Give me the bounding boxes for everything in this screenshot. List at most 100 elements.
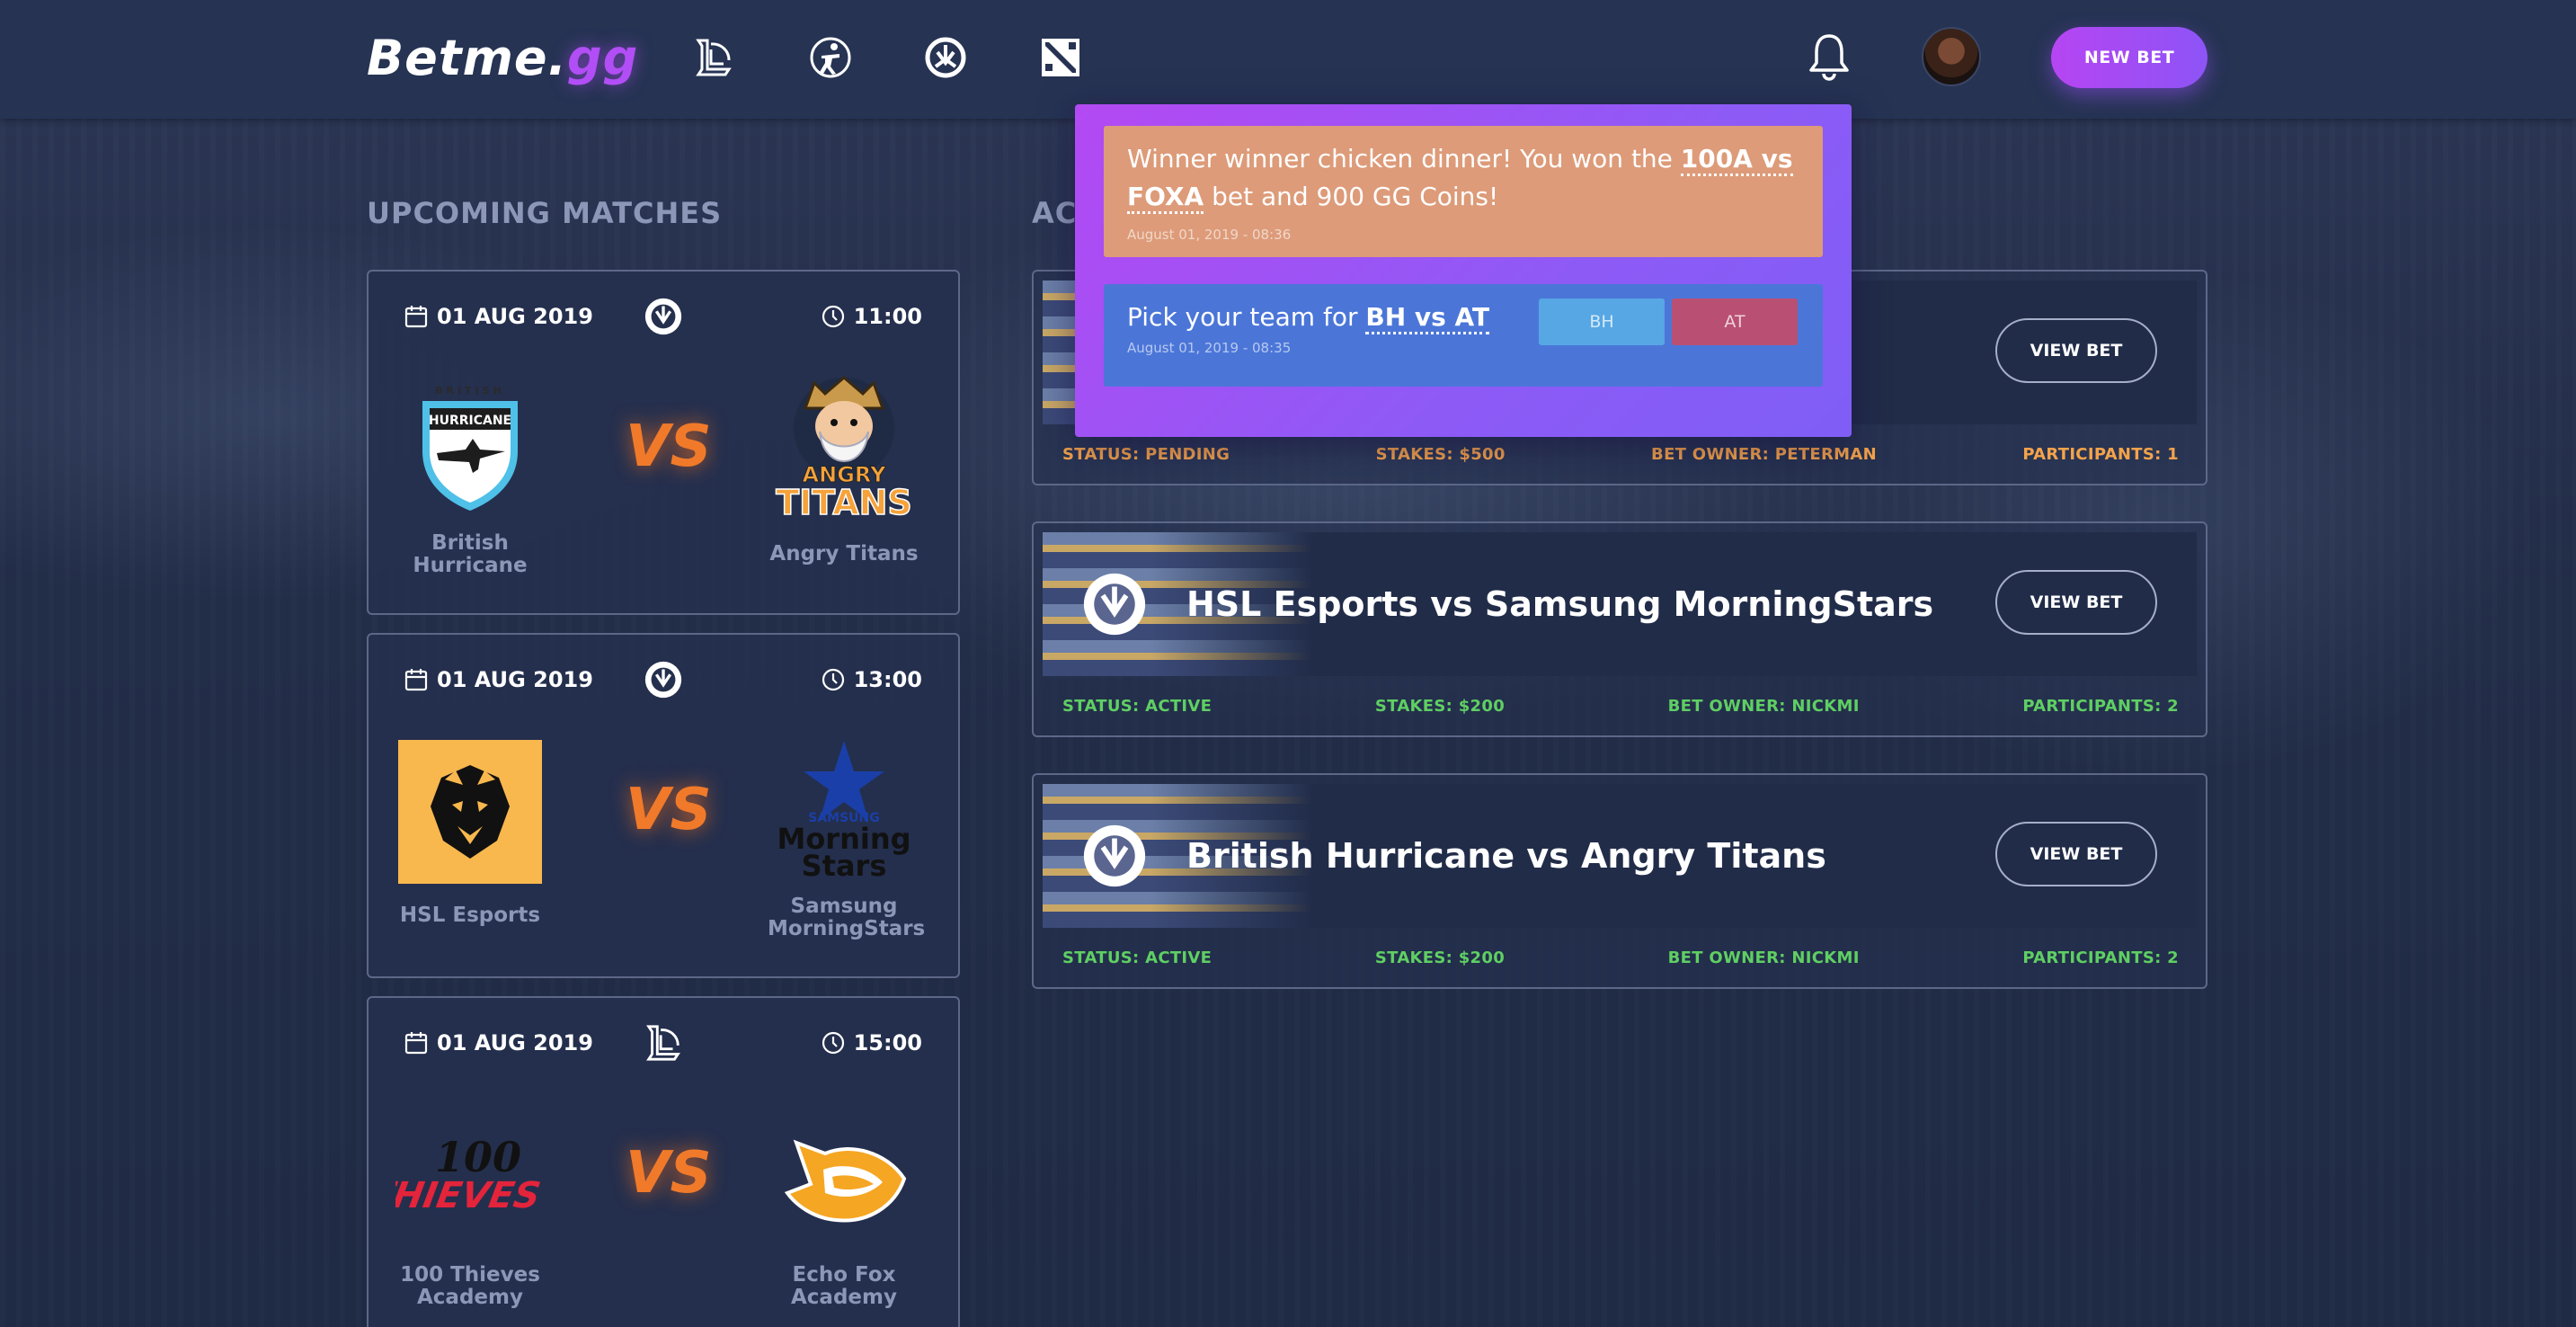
- logo-accent-text: gg: [567, 30, 639, 86]
- team-left[interactable]: 100 THIEVES 100 Thieves Academy: [394, 1102, 546, 1309]
- bet-meta: STATUS: ACTIVE STAKES: $200 BET OWNER: N…: [1062, 946, 2179, 969]
- match-card[interactable]: 01 AUG 2019 13:00 HSL Esports VS SAMSUNG…: [367, 633, 960, 978]
- counter-strike-icon[interactable]: [807, 34, 854, 81]
- view-bet-button[interactable]: VIEW BET: [1995, 318, 2157, 383]
- new-bet-button[interactable]: NEW BET: [2051, 27, 2207, 88]
- team-name: HSL Esports: [399, 904, 541, 927]
- match-time: 11:00: [822, 302, 922, 331]
- pick-team-bh-button[interactable]: BH: [1539, 298, 1665, 345]
- bet-stakes: STAKES: $500: [1375, 444, 1506, 464]
- notifications-dropdown: Winner winner chicken dinner! You won th…: [1075, 104, 1852, 437]
- svg-text:Stars: Stars: [802, 849, 887, 883]
- bet-participants: PARTICIPANTS: 2: [2022, 948, 2179, 967]
- vs-label: VS: [626, 1140, 712, 1207]
- notification-text: Winner winner chicken dinner! You won th…: [1127, 140, 1801, 216]
- vs-label: VS: [626, 414, 712, 480]
- echo-fox-logo: [768, 1102, 920, 1255]
- match-time: 15:00: [822, 1029, 922, 1057]
- 100-thieves-logo: 100 THIEVES: [394, 1102, 546, 1255]
- match-date-text: 01 AUG 2019: [437, 1030, 593, 1055]
- svg-text:TITANS: TITANS: [776, 483, 912, 521]
- notification-item[interactable]: Pick your team for BH vs AT August 01, 2…: [1104, 284, 1823, 387]
- svg-text:BRITISH: BRITISH: [435, 385, 505, 396]
- bet-stakes: STAKES: $200: [1374, 948, 1506, 967]
- bet-owner: BET OWNER: NICKMI: [1667, 696, 1860, 716]
- clock-icon: [822, 668, 844, 691]
- bet-status: STATUS: ACTIVE: [1062, 948, 1212, 967]
- match-card[interactable]: 01 AUG 2019 15:00 100 THIEVES 100 Thieve…: [367, 996, 960, 1327]
- svg-text:HURRICANE: HURRICANE: [429, 414, 511, 428]
- match-time-text: 13:00: [853, 667, 922, 692]
- bet-title: British Hurricane vs Angry Titans: [1186, 836, 1826, 876]
- bet-meta: STATUS: PENDING STAKES: $500 BET OWNER: …: [1062, 442, 2179, 466]
- team-name: Angry Titans: [769, 542, 919, 566]
- team-name: 100 Thieves Academy: [400, 1263, 540, 1309]
- team-right[interactable]: ANGRY TITANS Angry Titans: [768, 370, 920, 566]
- view-bet-button[interactable]: VIEW BET: [1995, 570, 2157, 635]
- match-date-text: 01 AUG 2019: [437, 667, 593, 692]
- bet-participants: PARTICIPANTS: 2: [2022, 696, 2179, 716]
- hsl-esports-logo: [394, 735, 546, 888]
- bet-status: STATUS: ACTIVE: [1062, 696, 1212, 716]
- clock-icon: [822, 1031, 844, 1055]
- bet-banner: HSL Esports vs Samsung MorningStars VIEW…: [1043, 532, 2197, 676]
- logo-text: Betme.: [367, 30, 568, 86]
- calendar-icon: [404, 669, 428, 691]
- overwatch-icon: [642, 295, 685, 338]
- calendar-icon: [404, 1032, 428, 1055]
- team-name: Echo Fox Academy: [791, 1263, 897, 1309]
- team-left[interactable]: BRITISH HURRICANE British Hurricane: [394, 370, 546, 577]
- bet-status: STATUS: PENDING: [1062, 444, 1230, 464]
- notification-bet-link[interactable]: BH vs AT: [1365, 302, 1490, 334]
- match-date-text: 01 AUG 2019: [437, 304, 593, 329]
- match-time-text: 15:00: [853, 1030, 922, 1055]
- betme-logo[interactable]: Betme.gg: [367, 27, 638, 90]
- bet-banner: British Hurricane vs Angry Titans VIEW B…: [1043, 784, 2197, 928]
- british-hurricane-logo: BRITISH HURRICANE: [394, 370, 546, 523]
- svg-text:THIEVES: THIEVES: [395, 1174, 544, 1216]
- notification-item[interactable]: Winner winner chicken dinner! You won th…: [1104, 126, 1823, 257]
- top-navigation-bar: Betme.gg NEW BET: [0, 0, 2576, 119]
- notification-text-part: bet and 900 GG Coins!: [1204, 182, 1499, 211]
- bet-owner: BET OWNER: PETERMAN: [1651, 444, 1877, 464]
- overwatch-icon: [1079, 820, 1150, 892]
- notification-text-part: Winner winner chicken dinner! You won th…: [1127, 144, 1681, 174]
- overwatch-icon: [642, 658, 685, 701]
- clock-icon: [822, 305, 844, 328]
- notification-text-part: Pick your team for: [1127, 302, 1366, 332]
- bet-owner: BET OWNER: NICKMI: [1667, 948, 1860, 967]
- team-left[interactable]: HSL Esports: [394, 735, 546, 927]
- bet-stakes: STAKES: $200: [1374, 696, 1506, 716]
- bet-card[interactable]: HSL Esports vs Samsung MorningStars VIEW…: [1032, 521, 2207, 737]
- team-right[interactable]: SAMSUNG Morning Stars Samsung MorningSta…: [768, 734, 926, 940]
- vs-label: VS: [626, 777, 712, 843]
- bet-participants: PARTICIPANTS: 1: [2022, 444, 2179, 464]
- team-name: British Hurricane: [413, 531, 528, 577]
- dota-2-icon[interactable]: [1037, 34, 1084, 81]
- bet-card[interactable]: British Hurricane vs Angry Titans VIEW B…: [1032, 773, 2207, 989]
- user-avatar[interactable]: [1922, 27, 1981, 86]
- active-bets-title: AC: [1032, 196, 1078, 230]
- notification-time: August 01, 2019 - 08:36: [1127, 227, 1292, 243]
- overwatch-icon: [1079, 568, 1150, 640]
- team-name: Samsung MorningStars: [768, 895, 926, 940]
- samsung-morningstars-logo: SAMSUNG Morning Stars: [768, 734, 920, 886]
- bet-title: HSL Esports vs Samsung MorningStars: [1186, 584, 1934, 624]
- league-of-legends-icon: [642, 1021, 685, 1064]
- team-right[interactable]: Echo Fox Academy: [768, 1102, 920, 1309]
- view-bet-button[interactable]: VIEW BET: [1995, 822, 2157, 886]
- match-time: 13:00: [822, 665, 922, 694]
- calendar-icon: [404, 306, 428, 328]
- match-date: 01 AUG 2019: [404, 1029, 593, 1057]
- league-of-legends-icon[interactable]: [690, 34, 737, 81]
- overwatch-icon[interactable]: [922, 34, 969, 81]
- match-card[interactable]: 01 AUG 2019 11:00 BRITISH HURRICANE Brit…: [367, 270, 960, 615]
- bet-meta: STATUS: ACTIVE STAKES: $200 BET OWNER: N…: [1062, 694, 2179, 717]
- match-date: 01 AUG 2019: [404, 665, 593, 694]
- pick-team-at-button[interactable]: AT: [1672, 298, 1798, 345]
- match-time-text: 11:00: [853, 304, 922, 329]
- notification-bell-icon[interactable]: [1807, 32, 1852, 83]
- match-date: 01 AUG 2019: [404, 302, 593, 331]
- angry-titans-logo: ANGRY TITANS: [768, 370, 920, 523]
- upcoming-matches-title: UPCOMING MATCHES: [367, 196, 723, 230]
